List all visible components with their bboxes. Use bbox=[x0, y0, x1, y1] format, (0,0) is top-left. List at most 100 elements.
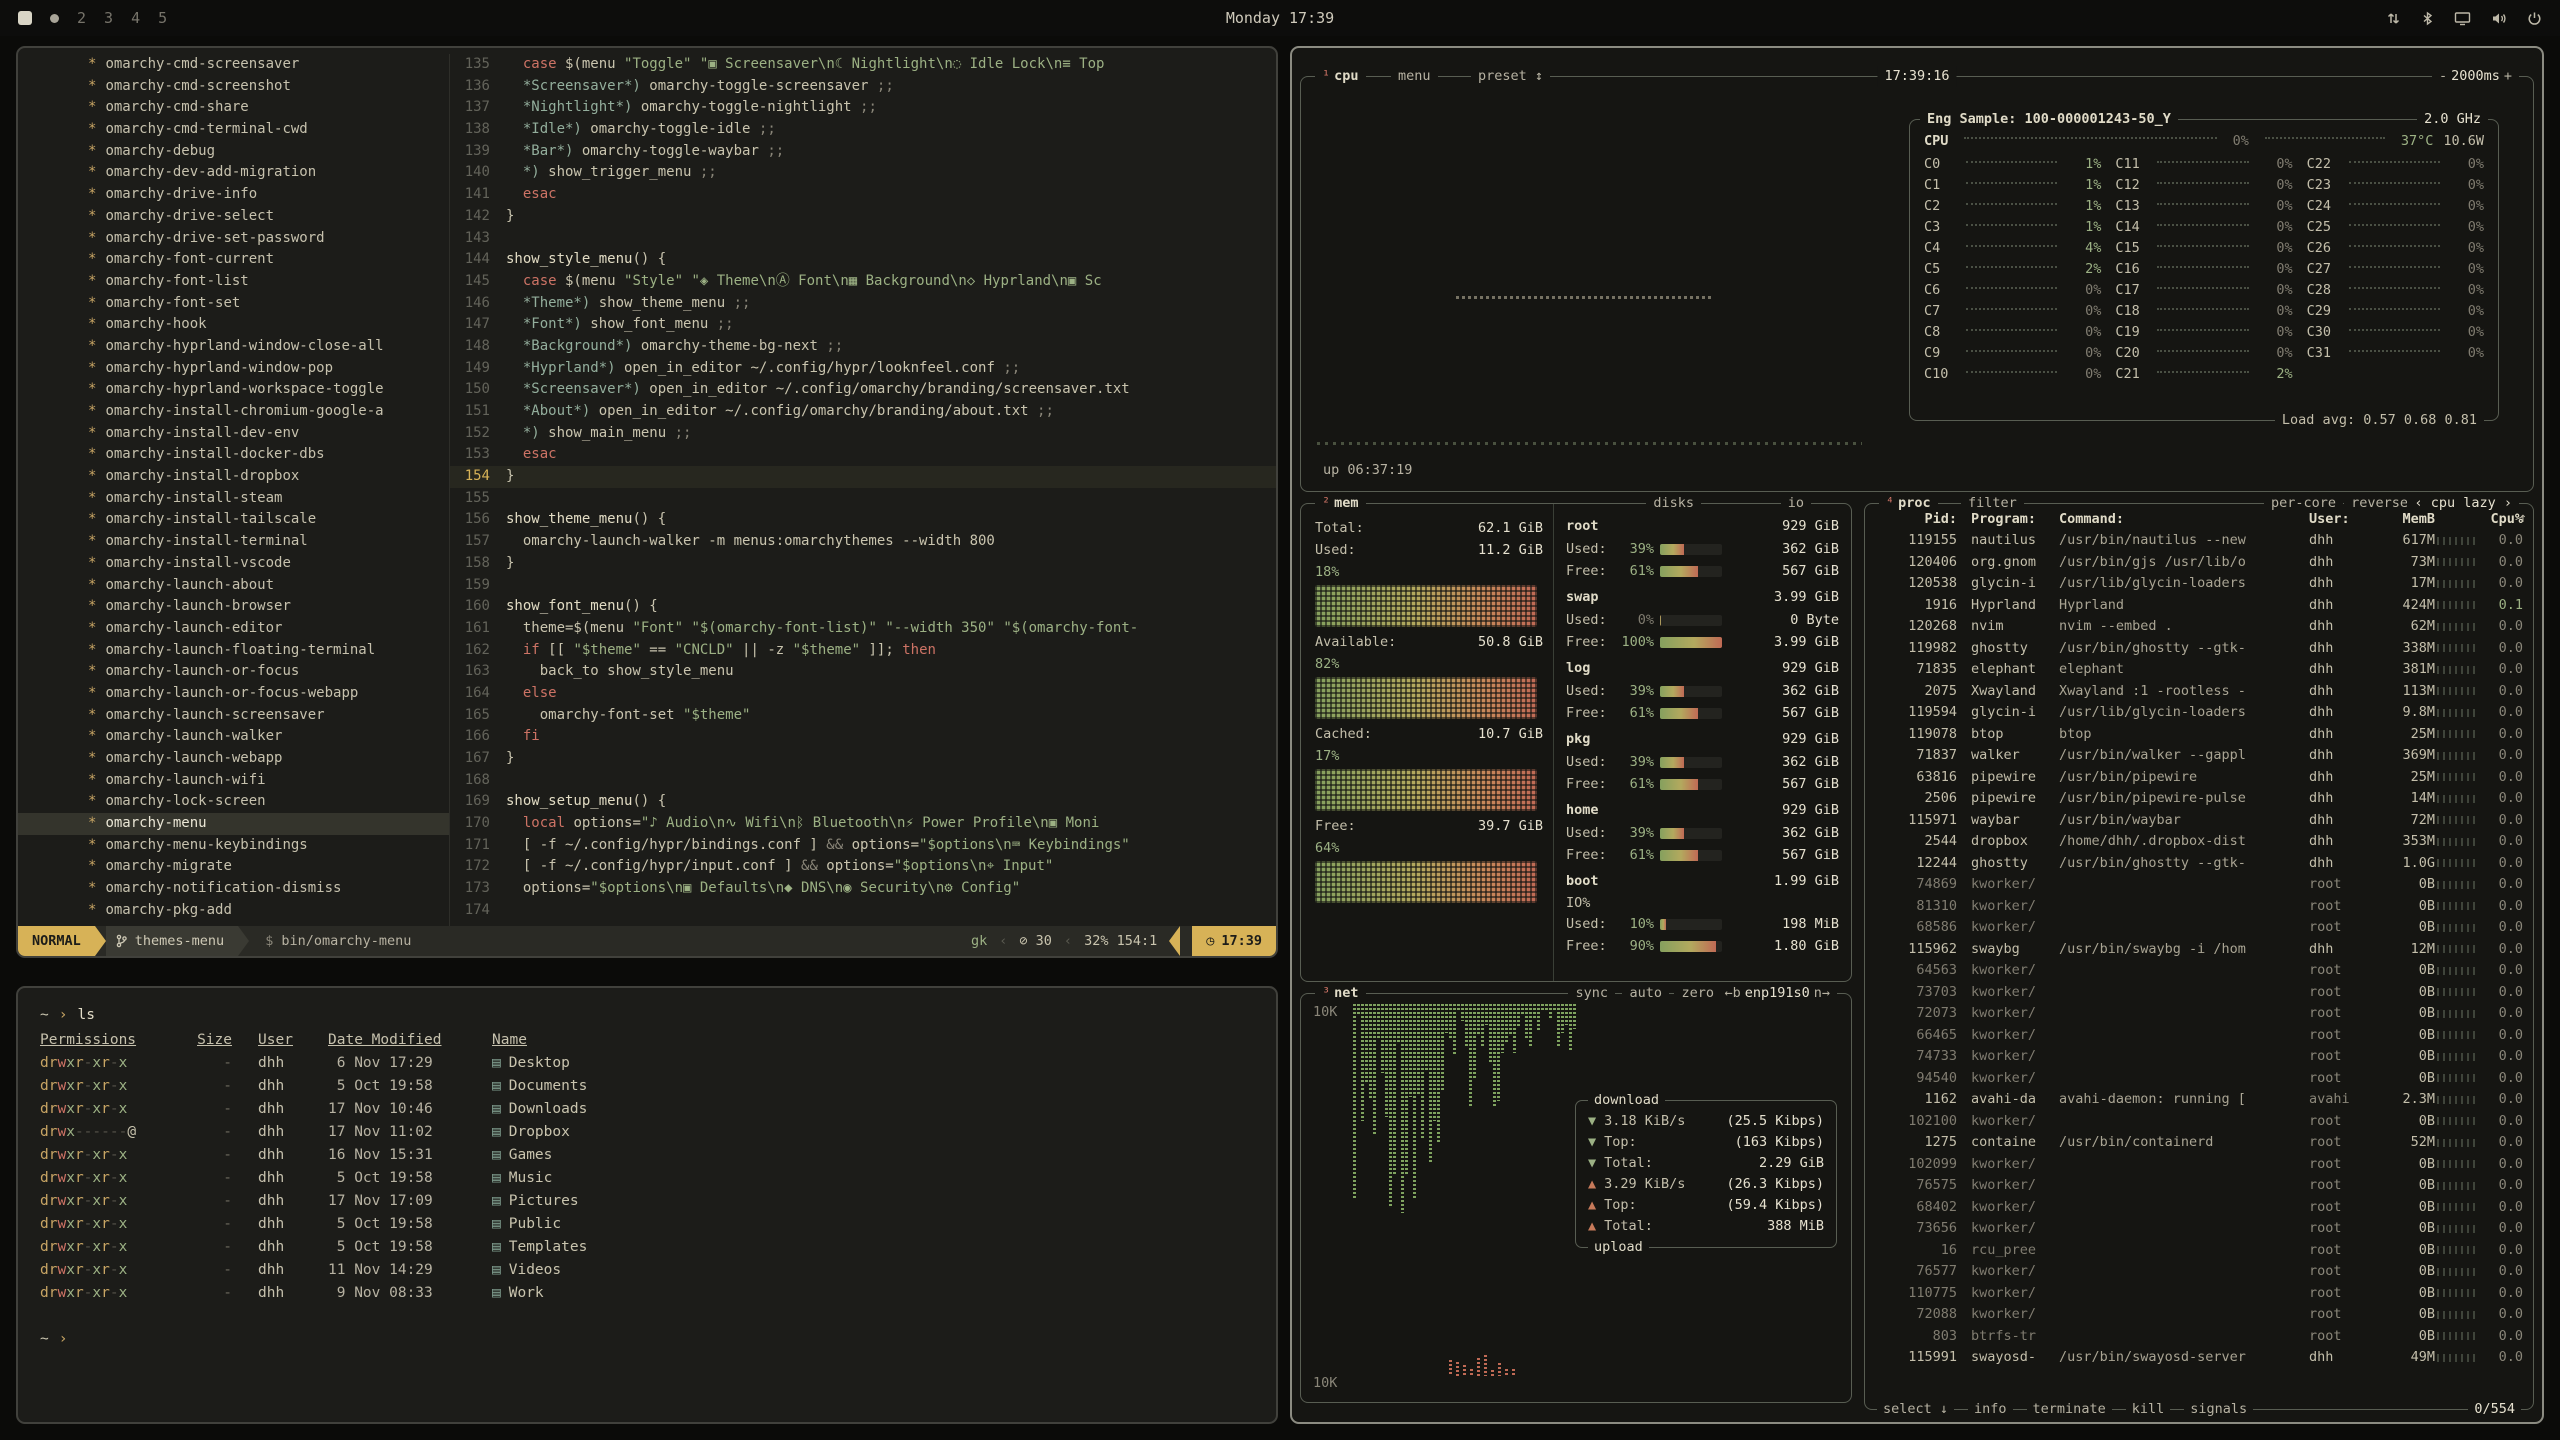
code-line[interactable]: 170 local options="♪ Audio\n∿ Wifi\nᛒ Bl… bbox=[450, 813, 1276, 835]
file-item[interactable]: *omarchy-cmd-terminal-cwd bbox=[18, 119, 449, 141]
signals-button[interactable]: signals bbox=[2184, 1399, 2253, 1420]
clock[interactable]: Monday 17:39 bbox=[1226, 9, 1334, 27]
process-row[interactable]: 115962swaybg /usr/bin/swaybg -i /hom dhh… bbox=[1865, 939, 2533, 961]
process-row[interactable]: 115991swayosd- /usr/bin/swayosd-server d… bbox=[1865, 1347, 2533, 1369]
file-item[interactable]: *omarchy-debug bbox=[18, 141, 449, 163]
terminate-button[interactable]: terminate bbox=[2027, 1399, 2112, 1420]
display-icon[interactable] bbox=[2454, 11, 2471, 26]
workspace-active-icon[interactable] bbox=[18, 11, 32, 25]
file-item[interactable]: *omarchy-hook bbox=[18, 314, 449, 336]
file-item[interactable]: *omarchy-install-tailscale bbox=[18, 509, 449, 531]
process-row[interactable]: 120538glycin-i /usr/lib/glycin-loaders d… bbox=[1865, 573, 2533, 595]
scroll-up-indicator[interactable]: ↑ bbox=[2519, 508, 2527, 529]
file-item[interactable]: *omarchy-font-set bbox=[18, 293, 449, 315]
code-line[interactable]: 140 *) show_trigger_menu ;; bbox=[450, 162, 1276, 184]
process-row[interactable]: 71835elephant elephant dhh 381M 0.0 bbox=[1865, 659, 2533, 681]
process-row[interactable]: 119078btop btop dhh 25M 0.0 bbox=[1865, 724, 2533, 746]
code-line[interactable]: 137 *Nightlight*) omarchy-toggle-nightli… bbox=[450, 97, 1276, 119]
file-item[interactable]: *omarchy-drive-info bbox=[18, 184, 449, 206]
disks-toggle[interactable]: disks bbox=[1646, 493, 1701, 514]
code-line[interactable]: 172 [ -f ~/.config/hypr/input.conf ] && … bbox=[450, 856, 1276, 878]
code-line[interactable]: 138 *Idle*) omarchy-toggle-idle ;; bbox=[450, 119, 1276, 141]
net-auto-button[interactable]: auto bbox=[1622, 983, 1669, 1004]
file-item[interactable]: *omarchy-menu-keybindings bbox=[18, 835, 449, 857]
process-row[interactable]: 73703kworker/ root 0B 0.0 bbox=[1865, 982, 2533, 1004]
code-line[interactable]: 162 if [[ "$theme" == "CNCLD" || -z "$th… bbox=[450, 640, 1276, 662]
file-item[interactable]: *omarchy-launch-floating-terminal bbox=[18, 640, 449, 662]
interval-plus-button[interactable]: + bbox=[2504, 66, 2512, 87]
file-item[interactable]: *omarchy-pkg-add bbox=[18, 900, 449, 922]
net-sync-button[interactable]: sync bbox=[1568, 983, 1615, 1004]
menu-button[interactable]: menu bbox=[1391, 66, 1438, 87]
process-row[interactable]: 120406org.gnom /usr/bin/gjs /usr/lib/o d… bbox=[1865, 552, 2533, 574]
file-item[interactable]: *omarchy-launch-webapp bbox=[18, 748, 449, 770]
process-row[interactable]: 64563kworker/ root 0B 0.0 bbox=[1865, 960, 2533, 982]
code-line[interactable]: 159 bbox=[450, 575, 1276, 597]
file-item[interactable]: *omarchy-launch-browser bbox=[18, 596, 449, 618]
code-line[interactable]: 141 esac bbox=[450, 184, 1276, 206]
code-line[interactable]: 146 *Theme*) show_theme_menu ;; bbox=[450, 293, 1276, 315]
process-row[interactable]: 1275containe /usr/bin/containerd root 52… bbox=[1865, 1132, 2533, 1154]
file-item[interactable]: *omarchy-hyprland-window-close-all bbox=[18, 336, 449, 358]
file-item[interactable]: *omarchy-launch-or-focus bbox=[18, 661, 449, 683]
process-row[interactable]: 119594glycin-i /usr/lib/glycin-loaders d… bbox=[1865, 702, 2533, 724]
code-line[interactable]: 161 theme=$(menu "Font" "$(omarchy-font-… bbox=[450, 618, 1276, 640]
file-item[interactable]: *omarchy-drive-set-password bbox=[18, 228, 449, 250]
file-item[interactable]: *omarchy-install-docker-dbs bbox=[18, 444, 449, 466]
process-row[interactable]: 119982ghostty /usr/bin/ghostty --gtk- dh… bbox=[1865, 638, 2533, 660]
select-control[interactable]: select ↓ bbox=[1877, 1399, 1954, 1420]
code-line[interactable]: 144show_style_menu() { bbox=[450, 249, 1276, 271]
net-zero-button[interactable]: zero bbox=[1674, 983, 1721, 1004]
process-row[interactable]: 68402kworker/ root 0B 0.0 bbox=[1865, 1197, 2533, 1219]
prompt-line[interactable]: ~ › bbox=[40, 1328, 1254, 1351]
file-item[interactable]: *omarchy-migrate bbox=[18, 856, 449, 878]
workspace-dot-icon[interactable] bbox=[50, 14, 59, 23]
process-row[interactable]: 102100kworker/ root 0B 0.0 bbox=[1865, 1111, 2533, 1133]
workspace-5[interactable]: 5 bbox=[158, 9, 167, 27]
process-row[interactable]: 68586kworker/ root 0B 0.0 bbox=[1865, 917, 2533, 939]
workspace-4[interactable]: 4 bbox=[131, 9, 140, 27]
file-item[interactable]: *omarchy-install-dev-env bbox=[18, 423, 449, 445]
file-item[interactable]: *omarchy-install-dropbox bbox=[18, 466, 449, 488]
code-line[interactable]: 171 [ -f ~/.config/hypr/bindings.conf ] … bbox=[450, 835, 1276, 857]
file-item[interactable]: *omarchy-install-chromium-google-a bbox=[18, 401, 449, 423]
process-row[interactable]: 73656kworker/ root 0B 0.0 bbox=[1865, 1218, 2533, 1240]
process-row[interactable]: 115971waybar /usr/bin/waybar dhh 72M 0.0 bbox=[1865, 810, 2533, 832]
code-line[interactable]: 167} bbox=[450, 748, 1276, 770]
code-line[interactable]: 147 *Font*) show_font_menu ;; bbox=[450, 314, 1276, 336]
kill-button[interactable]: kill bbox=[2126, 1399, 2171, 1420]
code-line[interactable]: 142} bbox=[450, 206, 1276, 228]
power-icon[interactable] bbox=[2527, 11, 2542, 26]
code-line[interactable]: 152 *) show_main_menu ;; bbox=[450, 423, 1276, 445]
process-row[interactable]: 12244ghostty /usr/bin/ghostty --gtk- dhh… bbox=[1865, 853, 2533, 875]
terminal-window[interactable]: ~ › ls Permissions Size User Date Modifi… bbox=[16, 986, 1278, 1424]
code-line[interactable]: 165 omarchy-font-set "$theme" bbox=[450, 705, 1276, 727]
workspace-3[interactable]: 3 bbox=[104, 9, 113, 27]
process-row[interactable]: 76575kworker/ root 0B 0.0 bbox=[1865, 1175, 2533, 1197]
code-line[interactable]: 150 *Screensaver*) open_in_editor ~/.con… bbox=[450, 379, 1276, 401]
file-item[interactable]: *omarchy-font-current bbox=[18, 249, 449, 271]
process-row[interactable]: 81310kworker/ root 0B 0.0 bbox=[1865, 896, 2533, 918]
io-toggle[interactable]: io bbox=[1781, 493, 1811, 514]
file-item[interactable]: *omarchy-install-terminal bbox=[18, 531, 449, 553]
code-line[interactable]: 139 *Bar*) omarchy-toggle-waybar ;; bbox=[450, 141, 1276, 163]
process-row[interactable]: 94540kworker/ root 0B 0.0 bbox=[1865, 1068, 2533, 1090]
file-item[interactable]: *omarchy-notification-dismiss bbox=[18, 878, 449, 900]
code-line[interactable]: 154} bbox=[450, 466, 1276, 488]
code-line[interactable]: 135 case $(menu "Toggle" "▣ Screensaver\… bbox=[450, 54, 1276, 76]
code-line[interactable]: 168 bbox=[450, 770, 1276, 792]
code-line[interactable]: 173 options="$options\n▣ Defaults\n◆ DNS… bbox=[450, 878, 1276, 900]
process-row[interactable]: 16rcu_pree root 0B 0.0 bbox=[1865, 1240, 2533, 1262]
file-item[interactable]: *omarchy-dev-add-migration bbox=[18, 162, 449, 184]
file-item[interactable]: *omarchy-cmd-screenshot bbox=[18, 76, 449, 98]
file-item[interactable]: *omarchy-launch-wifi bbox=[18, 770, 449, 792]
code-line[interactable]: 163 back_to show_style_menu bbox=[450, 661, 1276, 683]
process-row[interactable]: 63816pipewire /usr/bin/pipewire dhh 25M … bbox=[1865, 767, 2533, 789]
process-row[interactable]: 102099kworker/ root 0B 0.0 bbox=[1865, 1154, 2533, 1176]
process-row[interactable]: 71837walker /usr/bin/walker --gappl dhh … bbox=[1865, 745, 2533, 767]
file-item[interactable]: *omarchy-hyprland-workspace-toggle bbox=[18, 379, 449, 401]
process-row[interactable]: 1916Hyprland Hyprland dhh 424M 0.1 bbox=[1865, 595, 2533, 617]
file-item[interactable]: *omarchy-launch-screensaver bbox=[18, 705, 449, 727]
code-line[interactable]: 164 else bbox=[450, 683, 1276, 705]
file-item[interactable]: *omarchy-drive-select bbox=[18, 206, 449, 228]
